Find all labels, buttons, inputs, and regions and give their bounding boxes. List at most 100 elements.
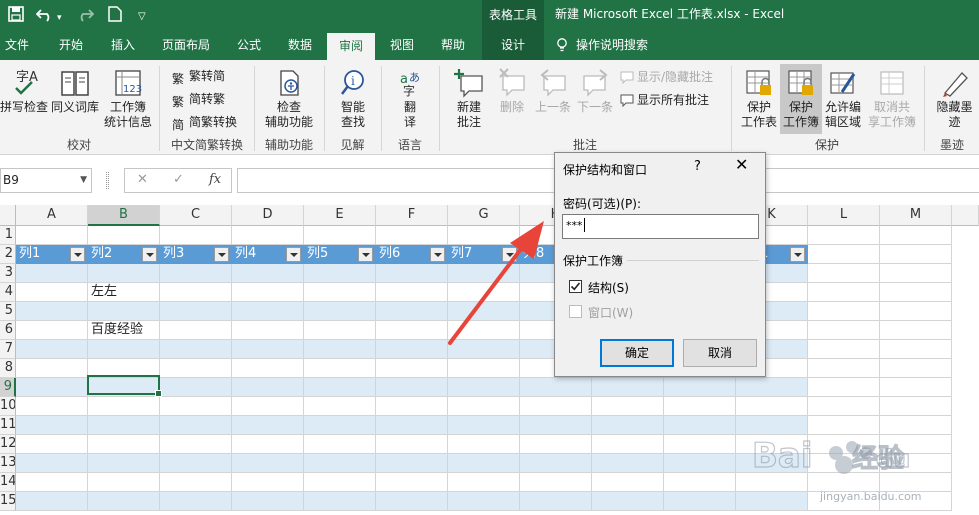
spell-check-button[interactable]: 字A 拼写检查 <box>0 68 48 115</box>
tab-formulas[interactable]: 公式 <box>228 30 270 60</box>
cell[interactable] <box>232 321 304 340</box>
cell[interactable] <box>160 416 232 435</box>
row-header[interactable]: 13 <box>0 454 16 473</box>
show-all-comments-button[interactable]: 显示所有批注 <box>620 92 709 108</box>
filter-dropdown-icon[interactable] <box>358 247 373 262</box>
cell[interactable] <box>448 397 520 416</box>
cell[interactable] <box>160 397 232 416</box>
cell[interactable] <box>232 473 304 492</box>
cell[interactable] <box>664 416 736 435</box>
cell[interactable] <box>448 416 520 435</box>
new-comment-button[interactable]: 新建 批注 <box>446 68 492 130</box>
cell[interactable] <box>232 454 304 473</box>
cell[interactable] <box>304 264 376 283</box>
column-header-a[interactable]: A <box>16 205 88 226</box>
cell[interactable] <box>160 340 232 359</box>
cancel-entry-icon[interactable]: ✕ <box>137 172 148 187</box>
delete-comment-button[interactable]: 删除 <box>494 68 530 115</box>
cell[interactable] <box>880 359 952 378</box>
to-traditional-button[interactable]: 繁繁转简 <box>172 68 225 86</box>
column-header-d[interactable]: D <box>232 205 304 226</box>
thesaurus-button[interactable]: 同义词库 <box>50 68 100 115</box>
cell[interactable] <box>88 492 160 511</box>
cell[interactable] <box>736 378 808 397</box>
ok-button[interactable]: 确定 <box>600 339 674 367</box>
cell[interactable] <box>376 378 448 397</box>
cell[interactable] <box>376 454 448 473</box>
row-header[interactable]: 5 <box>0 302 16 321</box>
cell[interactable] <box>376 359 448 378</box>
cell[interactable] <box>160 359 232 378</box>
cell[interactable] <box>880 283 952 302</box>
row-header[interactable]: 4 <box>0 283 16 302</box>
cell[interactable] <box>808 264 880 283</box>
cell[interactable] <box>16 321 88 340</box>
cell[interactable] <box>88 340 160 359</box>
cell[interactable] <box>16 435 88 454</box>
cell[interactable] <box>304 321 376 340</box>
cell[interactable] <box>520 416 592 435</box>
cell[interactable] <box>376 397 448 416</box>
cell[interactable] <box>664 435 736 454</box>
cell[interactable] <box>592 397 664 416</box>
cancel-button[interactable]: 取消 <box>683 339 757 367</box>
customize-qat-icon[interactable]: ▽ <box>138 8 146 26</box>
cell[interactable] <box>304 226 376 245</box>
cell[interactable] <box>880 264 952 283</box>
cell[interactable] <box>304 454 376 473</box>
cell[interactable] <box>304 359 376 378</box>
tab-help[interactable]: 帮助 <box>432 30 474 60</box>
to-simplified-button[interactable]: 繁简转繁 <box>172 91 225 109</box>
cell[interactable] <box>376 283 448 302</box>
cell[interactable] <box>232 340 304 359</box>
filter-dropdown-icon[interactable] <box>790 247 805 262</box>
cell[interactable] <box>808 245 880 264</box>
row-header[interactable]: 7 <box>0 340 16 359</box>
cell[interactable] <box>232 397 304 416</box>
cell[interactable] <box>16 397 88 416</box>
cell[interactable] <box>880 226 952 245</box>
cell[interactable] <box>880 245 952 264</box>
filter-dropdown-icon[interactable] <box>214 247 229 262</box>
cell[interactable] <box>376 340 448 359</box>
cell[interactable] <box>304 340 376 359</box>
cell[interactable] <box>160 454 232 473</box>
cell[interactable] <box>232 435 304 454</box>
cell[interactable] <box>16 492 88 511</box>
column-header-f[interactable]: F <box>376 205 448 226</box>
hide-ink-button[interactable]: 隐藏墨 迹 <box>930 68 979 130</box>
row-header[interactable]: 2 <box>0 245 16 264</box>
new-file-icon[interactable] <box>108 6 122 27</box>
cell[interactable] <box>232 302 304 321</box>
column-header-c[interactable]: C <box>160 205 232 226</box>
table-header-cell[interactable]: 列6 <box>376 245 448 264</box>
column-header-m[interactable]: M <box>880 205 952 226</box>
row-header[interactable]: 8 <box>0 359 16 378</box>
tab-review[interactable]: 审阅 <box>327 33 375 60</box>
tab-view[interactable]: 视图 <box>380 30 424 60</box>
convert-button[interactable]: 简简繁转换 <box>172 114 237 132</box>
table-header-cell[interactable]: 列5 <box>304 245 376 264</box>
cell[interactable] <box>448 454 520 473</box>
column-header-partial[interactable] <box>952 205 979 226</box>
undo-dropdown-icon[interactable]: ▾ <box>57 9 62 27</box>
cell[interactable] <box>304 302 376 321</box>
cell[interactable] <box>88 264 160 283</box>
cell[interactable] <box>376 226 448 245</box>
tell-me-search[interactable]: 操作说明搜索 <box>576 30 676 60</box>
allow-edit-ranges-button[interactable]: 允许编 辑区域 <box>822 68 864 130</box>
cell[interactable] <box>160 226 232 245</box>
cell[interactable] <box>88 226 160 245</box>
cell[interactable] <box>16 340 88 359</box>
insert-function-icon[interactable]: fx <box>209 172 221 187</box>
protect-workbook-button[interactable]: 保护 工作簿 <box>780 68 822 130</box>
row-header[interactable]: 12 <box>0 435 16 454</box>
cell[interactable] <box>16 226 88 245</box>
cell[interactable] <box>880 378 952 397</box>
row-header[interactable]: 14 <box>0 473 16 492</box>
cell[interactable] <box>448 359 520 378</box>
cell[interactable] <box>592 492 664 511</box>
cell[interactable] <box>376 264 448 283</box>
cell[interactable] <box>376 321 448 340</box>
column-header-b[interactable]: B <box>88 205 160 226</box>
